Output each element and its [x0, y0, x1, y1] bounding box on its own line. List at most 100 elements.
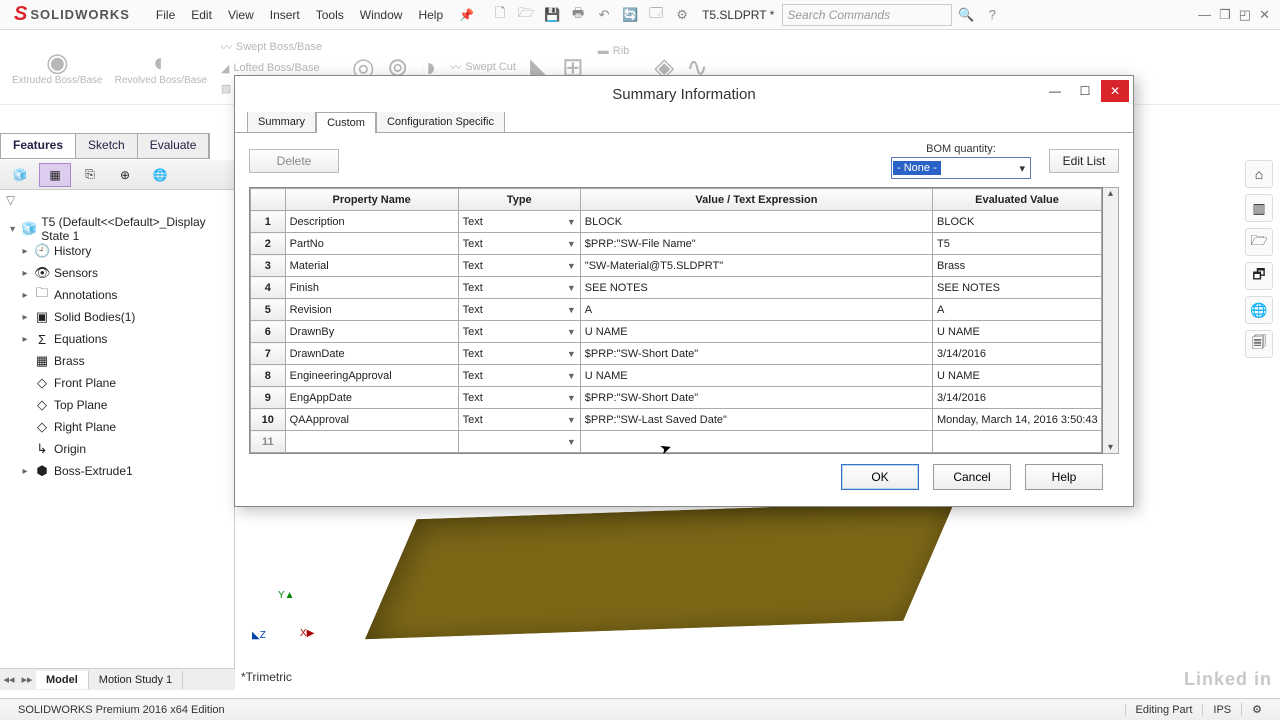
- menu-insert[interactable]: Insert: [264, 4, 306, 26]
- cell-type[interactable]: Text▼: [458, 343, 580, 365]
- menu-help[interactable]: Help: [412, 4, 449, 26]
- cell-value[interactable]: $PRP:"SW-Short Date": [580, 343, 932, 365]
- cancel-button[interactable]: Cancel: [933, 464, 1011, 490]
- dialog-title-bar[interactable]: Summary Information — ☐ ✕: [235, 76, 1133, 112]
- menu-file[interactable]: File: [150, 4, 181, 26]
- table-row[interactable]: 9 EngAppDate Text▼ $PRP:"SW-Short Date" …: [251, 387, 1102, 409]
- table-row[interactable]: 7 DrawnDate Text▼ $PRP:"SW-Short Date" 3…: [251, 343, 1102, 365]
- tab-motion-study[interactable]: Motion Study 1: [89, 671, 183, 689]
- cell-value[interactable]: U NAME: [580, 365, 932, 387]
- rebuild-icon[interactable]: 🔄: [618, 3, 642, 27]
- row-number[interactable]: 2: [251, 233, 286, 255]
- row-number[interactable]: 3: [251, 255, 286, 277]
- cell-value[interactable]: $PRP:"SW-Short Date": [580, 387, 932, 409]
- row-number[interactable]: 7: [251, 343, 286, 365]
- row-number[interactable]: 4: [251, 277, 286, 299]
- cell-property-name[interactable]: PartNo: [285, 233, 458, 255]
- cell-value[interactable]: "SW-Material@T5.SLDPRT": [580, 255, 932, 277]
- menu-view[interactable]: View: [222, 4, 260, 26]
- row-number[interactable]: 5: [251, 299, 286, 321]
- help-button[interactable]: Help: [1025, 464, 1103, 490]
- tab-sketch[interactable]: Sketch: [76, 134, 138, 158]
- expand-icon[interactable]: ▸: [20, 334, 30, 345]
- cell-type[interactable]: Text▼: [458, 321, 580, 343]
- cell-property-name[interactable]: Finish: [285, 277, 458, 299]
- extruded-boss[interactable]: ◉Extruded Boss/Base: [6, 34, 109, 100]
- undo-icon[interactable]: ↶: [592, 3, 616, 27]
- tree-item-front-plane[interactable]: ◇Front Plane: [2, 372, 232, 394]
- file-explorer-icon[interactable]: 🗁: [1245, 228, 1273, 256]
- chevron-down-icon[interactable]: ▼: [567, 349, 576, 359]
- chevron-down-icon[interactable]: ▼: [567, 437, 576, 447]
- cell-value[interactable]: U NAME: [580, 321, 932, 343]
- expand-icon[interactable]: ▸: [20, 290, 30, 301]
- cell-type[interactable]: Text▼: [458, 409, 580, 431]
- filter-icon[interactable]: ▽: [0, 190, 234, 214]
- header-type[interactable]: Type: [458, 189, 580, 211]
- configuration-tab-icon[interactable]: ⎘: [74, 163, 106, 187]
- expand-icon[interactable]: [20, 356, 30, 367]
- cell-value[interactable]: $PRP:"SW-Last Saved Date": [580, 409, 932, 431]
- cell-property-name[interactable]: EngAppDate: [285, 387, 458, 409]
- table-row[interactable]: 8 EngineeringApproval Text▼ U NAME U NAM…: [251, 365, 1102, 387]
- property-manager-tab-icon[interactable]: ▦: [39, 163, 71, 187]
- cell-property-name[interactable]: [285, 431, 458, 453]
- tab-summary[interactable]: Summary: [247, 111, 316, 132]
- appearances-icon[interactable]: 🌐: [1245, 296, 1273, 324]
- rib[interactable]: ▬ Rib: [598, 45, 640, 57]
- open-icon[interactable]: 🗁: [514, 3, 538, 27]
- cell-type[interactable]: Text▼: [458, 211, 580, 233]
- print-icon[interactable]: 🖶: [566, 3, 590, 27]
- swept-cut[interactable]: 〰 Swept Cut: [450, 59, 516, 75]
- chevron-down-icon[interactable]: ▼: [567, 217, 576, 227]
- chevron-down-icon[interactable]: ▼: [567, 305, 576, 315]
- lofted-boss[interactable]: ◢ Lofted Boss/Base: [221, 62, 338, 75]
- tab-configuration-specific[interactable]: Configuration Specific: [376, 111, 505, 132]
- chevron-down-icon[interactable]: ▼: [567, 393, 576, 403]
- cell-type[interactable]: ▼: [458, 431, 580, 453]
- chevron-down-icon[interactable]: ▼: [567, 261, 576, 271]
- scroll-up-icon[interactable]: ▴: [1108, 188, 1113, 199]
- cell-type[interactable]: Text▼: [458, 255, 580, 277]
- ok-button[interactable]: OK: [841, 464, 919, 490]
- table-row[interactable]: 10 QAApproval Text▼ $PRP:"SW-Last Saved …: [251, 409, 1102, 431]
- cell-property-name[interactable]: Description: [285, 211, 458, 233]
- feature-tree-tab-icon[interactable]: 🧊: [4, 163, 36, 187]
- chevron-down-icon[interactable]: ▼: [567, 327, 576, 337]
- chevron-down-icon[interactable]: ▼: [567, 283, 576, 293]
- menu-edit[interactable]: Edit: [185, 4, 218, 26]
- table-scrollbar[interactable]: ▴▾: [1103, 187, 1119, 454]
- cell-property-name[interactable]: Revision: [285, 299, 458, 321]
- dialog-maximize-icon[interactable]: ☐: [1071, 80, 1099, 102]
- row-number[interactable]: 11: [251, 431, 286, 453]
- row-number[interactable]: 9: [251, 387, 286, 409]
- expand-icon[interactable]: [20, 422, 30, 433]
- cell-value[interactable]: [580, 431, 932, 453]
- header-rownum[interactable]: [251, 189, 286, 211]
- chevron-down-icon[interactable]: ▼: [567, 415, 576, 425]
- tree-item-sensors[interactable]: ▸👁Sensors: [2, 262, 232, 284]
- delete-button[interactable]: Delete: [249, 149, 339, 173]
- cell-property-name[interactable]: QAApproval: [285, 409, 458, 431]
- menu-window[interactable]: Window: [354, 4, 409, 26]
- tree-item-brass[interactable]: ▦Brass: [2, 350, 232, 372]
- tree-item-top-plane[interactable]: ◇Top Plane: [2, 394, 232, 416]
- tree-item-annotations[interactable]: ▸🗀Annotations: [2, 284, 232, 306]
- table-row-new[interactable]: 11 ▼: [251, 431, 1102, 453]
- cell-property-name[interactable]: DrawnBy: [285, 321, 458, 343]
- row-number[interactable]: 6: [251, 321, 286, 343]
- minimize-icon[interactable]: —: [1198, 7, 1211, 23]
- header-property-name[interactable]: Property Name: [285, 189, 458, 211]
- expand-icon[interactable]: ▸: [20, 466, 30, 477]
- cell-property-name[interactable]: EngineeringApproval: [285, 365, 458, 387]
- restore-icon[interactable]: ❐: [1219, 7, 1231, 23]
- custom-props-icon[interactable]: 🗐: [1245, 330, 1273, 358]
- resources-icon[interactable]: ▥: [1245, 194, 1273, 222]
- tab-features[interactable]: Features: [1, 134, 76, 158]
- tab-custom[interactable]: Custom: [316, 112, 376, 133]
- tree-root[interactable]: ▾🧊T5 (Default<<Default>_Display State 1: [2, 218, 232, 240]
- cell-type[interactable]: Text▼: [458, 387, 580, 409]
- cell-property-name[interactable]: Material: [285, 255, 458, 277]
- cell-type[interactable]: Text▼: [458, 365, 580, 387]
- cell-type[interactable]: Text▼: [458, 277, 580, 299]
